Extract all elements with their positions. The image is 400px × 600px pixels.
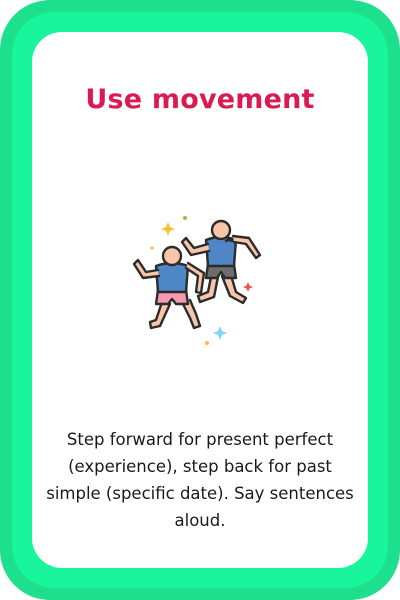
card-title: Use movement — [85, 84, 315, 115]
card-description: Step forward for present perfect (experi… — [46, 430, 354, 530]
dancing-people-icon — [132, 216, 262, 345]
